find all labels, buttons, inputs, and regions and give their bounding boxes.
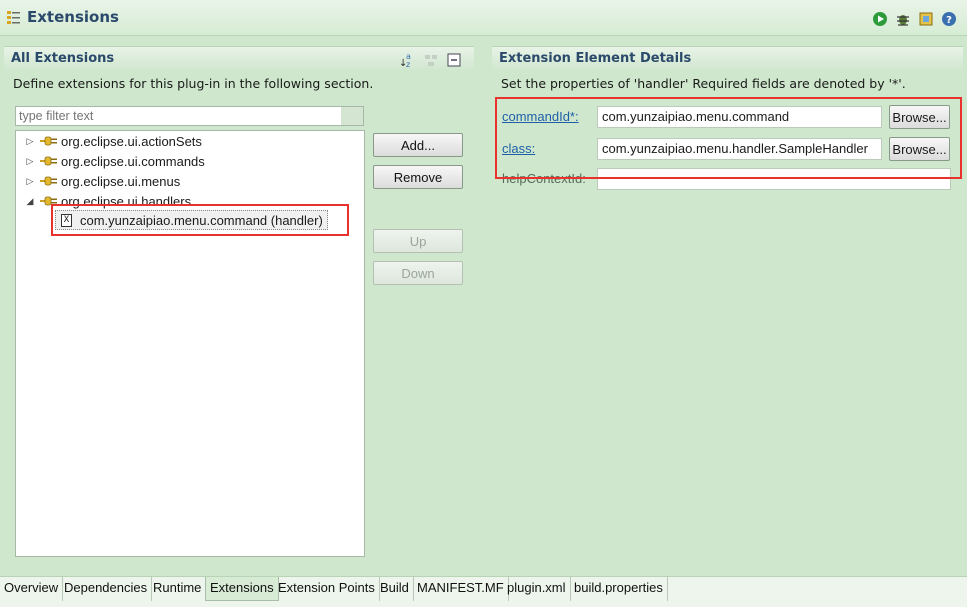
extension-plug-icon [40, 136, 57, 146]
element-details-description: Set the properties of 'handler' Required… [501, 76, 906, 91]
tab-build[interactable]: Build [376, 577, 414, 601]
down-button[interactable]: Down [373, 261, 463, 285]
extension-plug-icon [40, 156, 57, 166]
collapse-all-icon[interactable] [447, 53, 461, 67]
extensions-tree[interactable]: ▷ org.eclipse.ui.actionSets ▷ org.eclips… [15, 130, 365, 557]
svg-text:?: ? [946, 15, 952, 26]
tab-dependencies[interactable]: Dependencies [60, 577, 153, 601]
tree-item-commands[interactable]: ▷ org.eclipse.ui.commands [16, 151, 205, 171]
collapse-arrow-icon[interactable]: ◢ [24, 196, 36, 207]
tree-item-label: org.eclipse.ui.commands [61, 153, 205, 169]
tree-item-menus[interactable]: ▷ org.eclipse.ui.menus [16, 171, 181, 191]
tab-extension-points[interactable]: Extension Points [274, 577, 380, 601]
tab-plugin-xml[interactable]: plugin.xml [503, 577, 571, 601]
tab-manifest[interactable]: MANIFEST.MF [413, 577, 509, 601]
show-extension-content-icon[interactable] [423, 52, 439, 68]
export-icon[interactable] [918, 11, 934, 27]
clear-filter-button[interactable] [341, 107, 363, 125]
expand-arrow-icon[interactable]: ▷ [24, 156, 36, 167]
editor-header: Extensions ? [0, 0, 967, 36]
page-title: Extensions [27, 8, 119, 26]
all-extensions-description: Define extensions for this plug-in in th… [13, 76, 374, 91]
tree-item-label: org.eclipse.ui.menus [61, 173, 181, 189]
sort-az-icon[interactable]: ↓ a z [399, 51, 416, 68]
highlight-box-handler [51, 204, 349, 236]
extensions-icon [7, 11, 20, 24]
debug-icon[interactable] [895, 11, 911, 27]
tab-runtime[interactable]: Runtime [149, 577, 207, 601]
highlight-box-fields [495, 97, 962, 179]
run-icon[interactable] [872, 11, 888, 27]
filter-field[interactable] [15, 106, 364, 126]
element-details-title: Extension Element Details [499, 51, 692, 66]
help-icon[interactable]: ? [941, 11, 957, 27]
tree-item-actionsets[interactable]: ▷ org.eclipse.ui.actionSets [16, 131, 202, 151]
expand-arrow-icon[interactable]: ▷ [24, 176, 36, 187]
up-button[interactable]: Up [373, 229, 463, 253]
editor-tabs: Overview Dependencies Runtime Extensions… [0, 576, 967, 607]
tab-extensions[interactable]: Extensions [205, 577, 279, 601]
tree-item-label: org.eclipse.ui.actionSets [61, 133, 202, 149]
tab-build-properties[interactable]: build.properties [570, 577, 668, 601]
svg-text:z: z [406, 60, 410, 68]
filter-input[interactable] [16, 107, 341, 125]
extension-plug-icon [40, 176, 57, 186]
tab-overview[interactable]: Overview [0, 577, 64, 601]
add-button[interactable]: Add... [373, 133, 463, 157]
expand-arrow-icon[interactable]: ▷ [24, 136, 36, 147]
remove-button[interactable]: Remove [373, 165, 463, 189]
extensions-editor: Extensions ? All Extensions ↓ a z Define… [0, 0, 967, 607]
all-extensions-title: All Extensions [11, 51, 115, 66]
